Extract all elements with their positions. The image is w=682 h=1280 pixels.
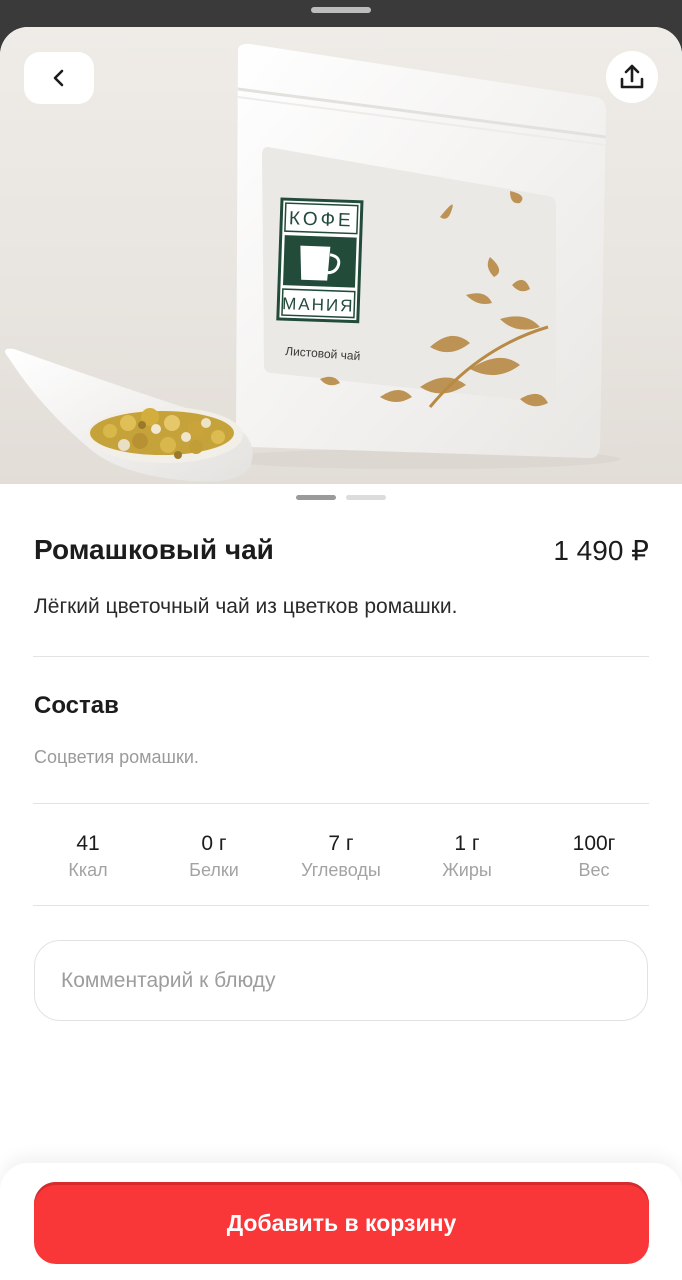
- nutrition-value: 7 г: [328, 832, 354, 855]
- svg-text:КОФЕ: КОФЕ: [289, 208, 354, 231]
- nutrition-value: 41: [76, 832, 100, 855]
- nutrition-label: Ккал: [68, 860, 108, 880]
- divider: [33, 803, 649, 804]
- nutrition-weight: 100г Вес: [531, 830, 657, 882]
- share-button[interactable]: [606, 51, 658, 103]
- divider: [33, 905, 649, 906]
- product-sheet: КОФЕ МАНИЯ Листовой чай Ромашковый чай 1…: [0, 27, 682, 1280]
- nutrition-calories: 41 Ккал: [25, 830, 151, 882]
- chevron-left-icon: [53, 69, 64, 87]
- product-photo-illustration: КОФЕ МАНИЯ Листовой чай: [5, 43, 620, 482]
- comment-placeholder: Комментарий к блюду: [61, 968, 276, 992]
- composition-text: Соцветия ромашки.: [34, 747, 199, 767]
- share-upload-icon: [620, 64, 644, 89]
- nutrition-facts: 41 Ккал 0 г Белки 7 г Углеводы 1 г Жиры …: [25, 830, 657, 890]
- product-image[interactable]: КОФЕ МАНИЯ Листовой чай: [0, 27, 682, 484]
- nutrition-value: 0 г: [201, 832, 227, 855]
- pagination-dot-active[interactable]: [296, 495, 336, 500]
- bottom-action-bar: Добавить в корзину: [0, 1163, 682, 1280]
- add-to-cart-label: Добавить в корзину: [226, 1209, 457, 1236]
- nutrition-value: 100г: [572, 832, 616, 855]
- back-button[interactable]: [24, 52, 94, 104]
- product-title: Ромашковый чай: [34, 534, 274, 565]
- divider: [33, 656, 649, 657]
- svg-text:МАНИЯ: МАНИЯ: [282, 294, 355, 316]
- nutrition-label: Вес: [578, 860, 610, 880]
- image-pagination: [0, 495, 682, 501]
- nutrition-label: Углеводы: [301, 860, 381, 880]
- comment-input[interactable]: Комментарий к блюду: [34, 940, 648, 1021]
- nutrition-fat: 1 г Жиры: [404, 830, 530, 882]
- nutrition-label: Белки: [189, 860, 239, 880]
- nutrition-value: 1 г: [454, 832, 480, 855]
- pagination-dot[interactable]: [346, 495, 386, 500]
- add-to-cart-button[interactable]: Добавить в корзину: [34, 1182, 649, 1264]
- composition-heading: Состав: [34, 692, 119, 719]
- nutrition-protein: 0 г Белки: [151, 830, 277, 882]
- product-description: Лёгкий цветочный чай из цветков ромашки.: [34, 595, 458, 618]
- product-price: 1 490 ₽: [553, 535, 649, 566]
- sheet-grabber[interactable]: [311, 7, 371, 13]
- nutrition-label: Жиры: [442, 860, 492, 880]
- nutrition-carbs: 7 г Углеводы: [278, 830, 404, 882]
